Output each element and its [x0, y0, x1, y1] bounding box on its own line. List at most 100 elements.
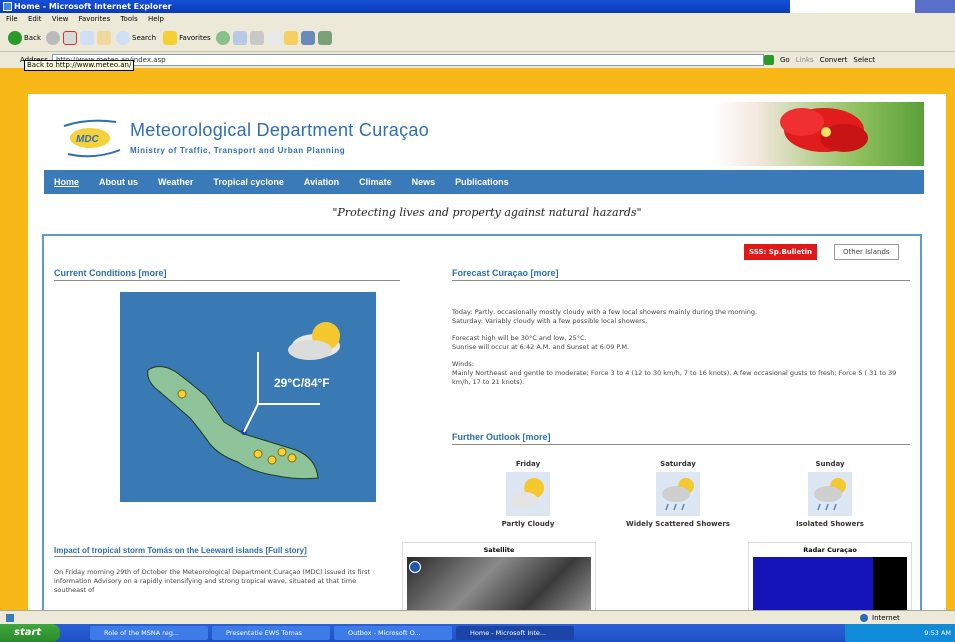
- system-tray: 9:53 AM: [845, 624, 955, 642]
- back-tooltip: Back to http://www.meteo.an/: [24, 60, 135, 71]
- temperature-readout: 29°C/84°F: [274, 376, 330, 390]
- curacao-map[interactable]: [120, 292, 376, 502]
- outlook-saturday: Saturday Widely Scattered Showers: [618, 460, 738, 528]
- radar-legend: [873, 557, 907, 610]
- forecast-high-low: Forecast high will be 30°C and low, 25°C…: [452, 334, 587, 342]
- refresh-icon[interactable]: [80, 31, 94, 45]
- search-button[interactable]: Search: [114, 31, 158, 45]
- toolbar: Back Search Favorites: [0, 25, 955, 52]
- task-role-msna[interactable]: Role of the MSNA reg...: [90, 626, 208, 640]
- folder-icon[interactable]: [283, 31, 298, 45]
- current-conditions-heading[interactable]: Current Conditions [more]: [54, 268, 400, 281]
- showers-icon: [808, 472, 852, 516]
- web-page: MDC Meteorological Department Curaçao Mi…: [28, 94, 946, 610]
- taskbar: start Role of the MSNA reg... Presentati…: [0, 624, 955, 642]
- noaa-logo-icon: [409, 561, 421, 573]
- go-button[interactable]: Go: [780, 52, 790, 68]
- nav-home[interactable]: Home: [54, 177, 79, 187]
- ie-icon: [3, 2, 12, 11]
- nav-about-us[interactable]: About us: [99, 177, 138, 187]
- other-islands-button[interactable]: Other Islands: [834, 244, 899, 260]
- task-ie-home[interactable]: Home - Microsoft Inte...: [456, 626, 574, 640]
- nav-news[interactable]: News: [412, 177, 436, 187]
- favorites-button[interactable]: Favorites: [161, 31, 213, 45]
- further-outlook-heading[interactable]: Further Outlook [more]: [452, 432, 910, 445]
- story-text: On Friday morning 29th of October the Me…: [54, 568, 371, 594]
- forecast-winds: Mainly Northeast and gentle to moderate;…: [452, 369, 897, 386]
- menu-view[interactable]: View: [52, 15, 69, 23]
- island-map-graphic: [147, 322, 340, 480]
- site-subtitle: Ministry of Traffic, Transport and Urban…: [130, 146, 346, 155]
- back-label: Back: [24, 34, 41, 42]
- outlook-sunday: Sunday Isolated Showers: [770, 460, 890, 528]
- star-icon: [163, 31, 178, 45]
- go-arrow-icon[interactable]: [764, 55, 774, 65]
- search-icon: [116, 31, 130, 45]
- menu-file[interactable]: File: [6, 15, 18, 23]
- convert-button[interactable]: Convert: [820, 52, 848, 68]
- menu-favorites[interactable]: Favorites: [79, 15, 111, 23]
- outlook-day: Sunday: [815, 460, 845, 468]
- back-button[interactable]: Back: [6, 31, 43, 45]
- main-nav: Home About us Weather Tropical cyclone A…: [44, 170, 924, 194]
- site-header: MDC Meteorological Department Curaçao Mi…: [44, 100, 924, 170]
- hibiscus-flower-icon: [780, 108, 868, 152]
- satellite-label: Satellite: [483, 546, 515, 554]
- messenger-icon[interactable]: [300, 31, 315, 45]
- page-icon: [6, 614, 14, 622]
- nav-aviation[interactable]: Aviation: [304, 177, 339, 187]
- address-input[interactable]: http://www.meteo.an/index.asp: [52, 54, 764, 66]
- outlook-desc: Widely Scattered Showers: [626, 520, 730, 528]
- select-button[interactable]: Select: [853, 52, 875, 68]
- showers-icon: [656, 472, 700, 516]
- story-heading[interactable]: Impact of tropical storm Tomás on the Le…: [54, 546, 307, 557]
- mdc-logo[interactable]: MDC: [58, 116, 126, 160]
- links-button[interactable]: Links: [796, 52, 814, 68]
- print-icon[interactable]: [249, 31, 264, 45]
- content-box: SSS: Sp.Bulletin Other Islands Current C…: [42, 234, 922, 610]
- favorites-label: Favorites: [179, 34, 211, 42]
- stop-icon[interactable]: [63, 31, 77, 45]
- nav-tropical-cyclone[interactable]: Tropical cyclone: [213, 177, 284, 187]
- zone-label: Internet: [872, 614, 900, 622]
- menu-bar: File Edit View Favorites Tools Help: [0, 13, 955, 25]
- radar-label: Radar Curaçao: [803, 546, 857, 554]
- window-titlebar: Home - Microsoft Internet Explorer: [0, 0, 790, 13]
- window-title: Home - Microsoft Internet Explorer: [14, 2, 172, 11]
- slogan: "Protecting lives and property against n…: [332, 206, 642, 219]
- nav-publications[interactable]: Publications: [455, 177, 509, 187]
- task-outbox[interactable]: Outbox - Microsoft O...: [334, 626, 452, 640]
- forward-arrow-icon[interactable]: [46, 31, 60, 45]
- start-button[interactable]: start: [0, 624, 60, 642]
- history-icon[interactable]: [215, 31, 230, 45]
- forecast-heading[interactable]: Forecast Curaçao [more]: [452, 268, 910, 281]
- menu-edit[interactable]: Edit: [28, 15, 42, 23]
- outlook-desc: Partly Cloudy: [501, 520, 555, 528]
- radar-image: [753, 557, 907, 610]
- forecast-today: Today: Partly, occasionally mostly cloud…: [452, 308, 758, 316]
- mail-icon[interactable]: [232, 31, 247, 45]
- menu-tools[interactable]: Tools: [120, 15, 137, 23]
- forecast-text: Today: Partly, occasionally mostly cloud…: [452, 308, 912, 395]
- edit-icon[interactable]: [266, 31, 281, 45]
- menu-help[interactable]: Help: [148, 15, 164, 23]
- hibiscus-banner-image: [714, 102, 924, 166]
- home-icon[interactable]: [97, 31, 111, 45]
- forecast-saturday: Saturday: Variably cloudy with a few pos…: [452, 317, 648, 325]
- search-label: Search: [132, 34, 157, 42]
- outlook-day: Saturday: [660, 460, 696, 468]
- status-bar: Internet: [0, 610, 955, 624]
- satellite-image: [407, 557, 591, 610]
- task-presentatie[interactable]: Presentatie EWS Tomas: [212, 626, 330, 640]
- satellite-panel[interactable]: Satellite: [402, 542, 596, 610]
- outlook-friday: Friday Partly Cloudy: [468, 460, 588, 528]
- research-icon[interactable]: [317, 31, 332, 45]
- radar-panel[interactable]: Radar Curaçao: [748, 542, 912, 610]
- sss-bulletin-button[interactable]: SSS: Sp.Bulletin: [744, 244, 818, 260]
- back-arrow-icon: [8, 31, 22, 45]
- nav-climate[interactable]: Climate: [359, 177, 392, 187]
- nav-weather[interactable]: Weather: [158, 177, 193, 187]
- window-controls[interactable]: [915, 0, 955, 13]
- forecast-sun: Sunrise will occur at 6:42 A.M. and Suns…: [452, 343, 630, 351]
- site-title: Meteorological Department Curaçao: [130, 120, 430, 140]
